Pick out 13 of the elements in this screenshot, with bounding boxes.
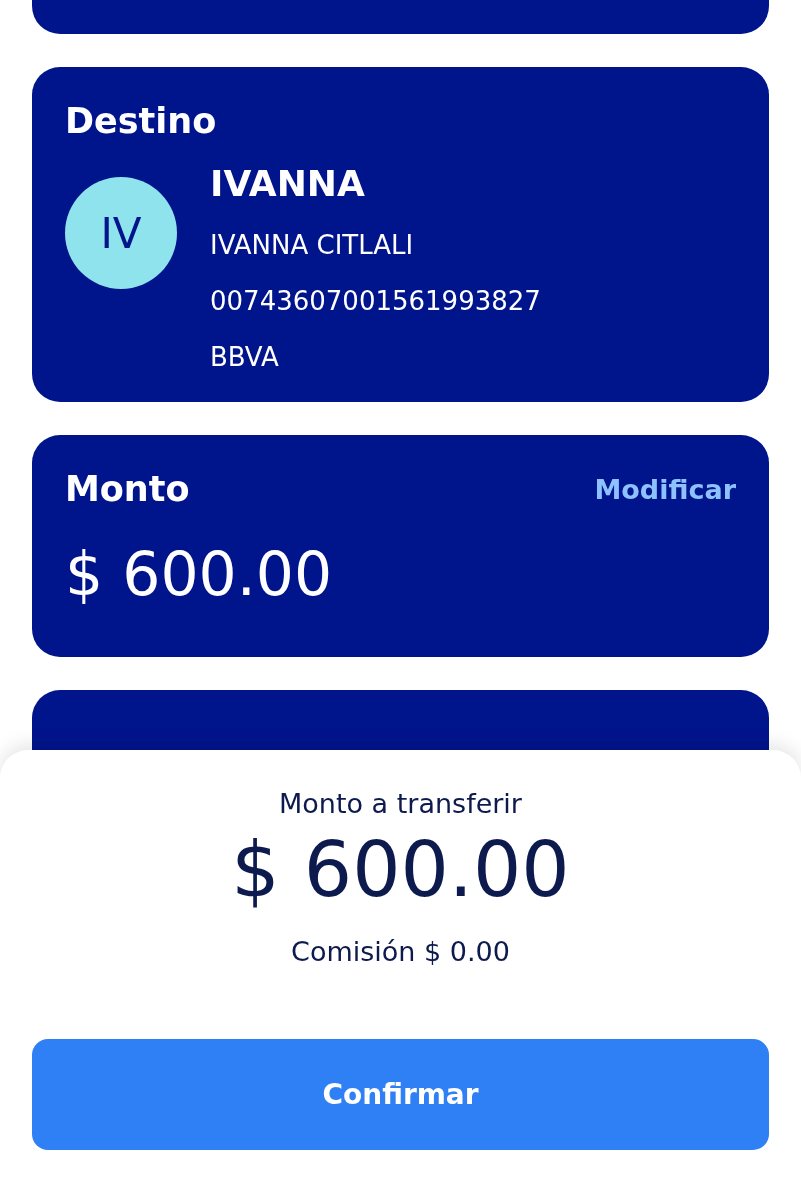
recipient-alias: IVANNA (210, 163, 366, 204)
confirm-button[interactable]: Confirmar (32, 1039, 769, 1150)
avatar: IV (65, 177, 177, 289)
card-title: Destino (65, 101, 218, 141)
card-title: Monto (65, 469, 190, 509)
account-number: 00743607001561993827 (210, 286, 541, 316)
fee-text: Comisión $ 0.00 (291, 936, 510, 967)
bank-name: BBVA (210, 342, 280, 372)
amount-value: $ 600.00 (65, 539, 334, 609)
transfer-label: Monto a transferir (279, 788, 522, 819)
transfer-amount: $ 600.00 (231, 825, 570, 914)
modify-link[interactable]: Modificar (594, 473, 736, 505)
recipient-name: IVANNA CITLALI (210, 230, 415, 260)
